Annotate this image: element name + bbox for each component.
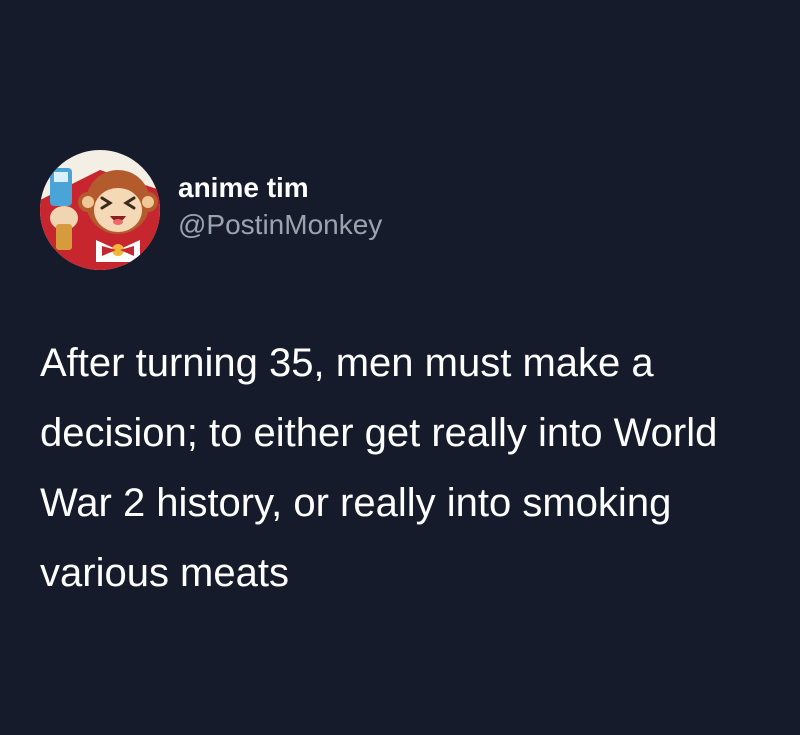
- author-names: anime tim @PostinMonkey: [178, 170, 382, 244]
- tweet-text: After turning 35, men must make a decisi…: [40, 341, 718, 595]
- display-name[interactable]: anime tim: [178, 170, 382, 206]
- monkey-avatar-icon: [40, 150, 160, 270]
- avatar[interactable]: [40, 150, 160, 270]
- tweet-header: anime tim @PostinMonkey: [40, 150, 382, 270]
- user-handle[interactable]: @PostinMonkey: [178, 206, 382, 244]
- tweet-card: anime tim @PostinMonkey After turning 35…: [0, 0, 800, 735]
